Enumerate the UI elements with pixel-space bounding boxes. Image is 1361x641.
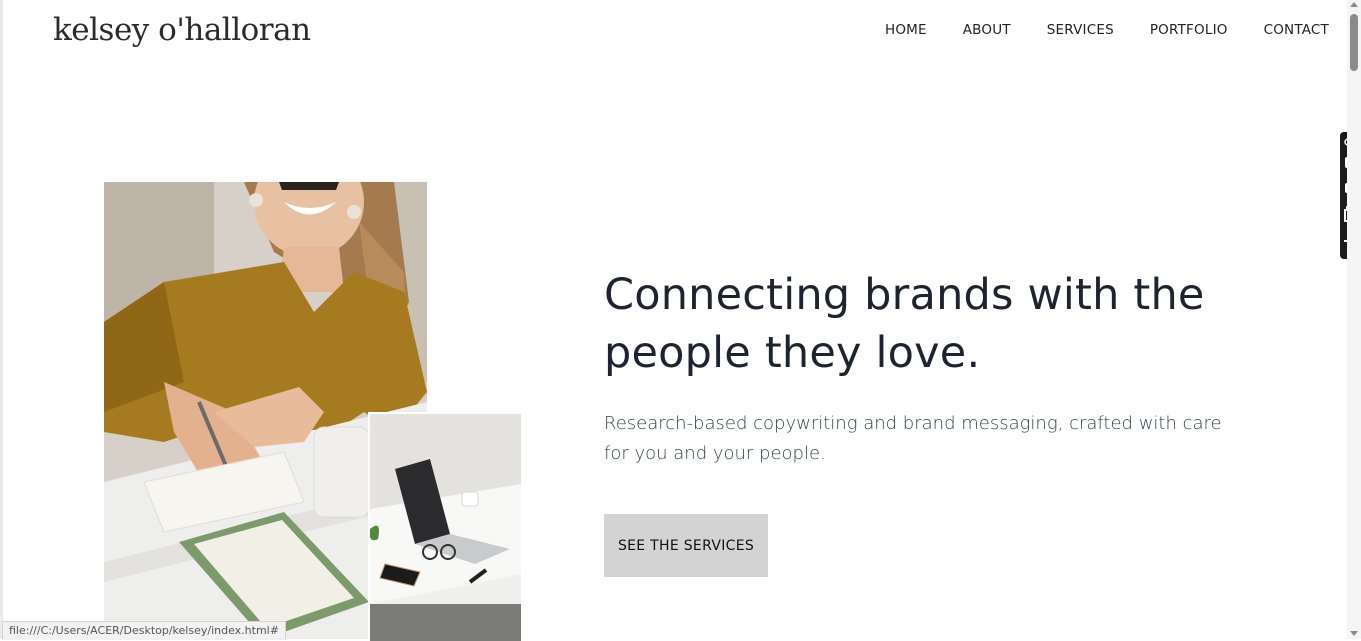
scroll-up-arrow-icon[interactable] xyxy=(1350,2,1358,7)
nav-services[interactable]: SERVICES xyxy=(1047,22,1114,38)
laptop-desk-photo xyxy=(368,412,521,641)
main-nav: HOME ABOUT SERVICES PORTFOLIO CONTACT xyxy=(885,22,1329,38)
laptop-illustration xyxy=(370,414,521,641)
hero-title: Connecting brands with the people they l… xyxy=(604,270,1205,378)
window-left-edge xyxy=(0,0,3,639)
status-bar-url: file:///C:/Users/ACER/Desktop/kelsey/ind… xyxy=(2,621,286,640)
hero-subtitle: Research-based copywriting and brand mes… xyxy=(604,413,1222,464)
scroll-down-arrow-icon[interactable] xyxy=(1350,631,1358,636)
site-logo[interactable]: kelsey o'halloran xyxy=(53,10,311,50)
nav-portfolio[interactable]: PORTFOLIO xyxy=(1150,22,1228,38)
nav-home[interactable]: HOME xyxy=(885,22,927,38)
nav-contact[interactable]: CONTACT xyxy=(1264,22,1329,38)
scroll-thumb[interactable] xyxy=(1350,14,1358,71)
vertical-scrollbar[interactable] xyxy=(1347,0,1361,639)
nav-about[interactable]: ABOUT xyxy=(963,22,1011,38)
see-services-button[interactable]: SEE THE SERVICES xyxy=(604,514,768,577)
